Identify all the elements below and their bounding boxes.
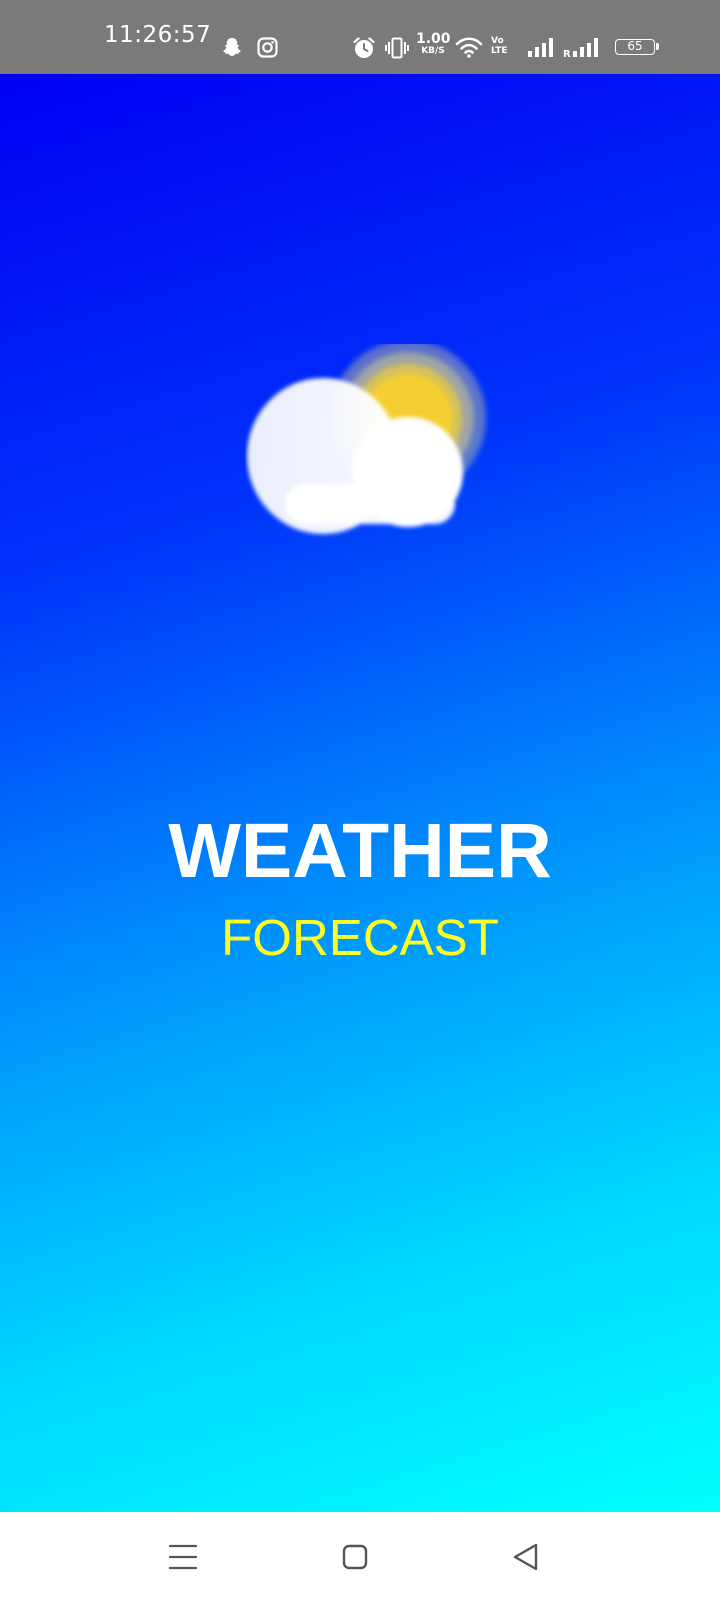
home-icon xyxy=(342,1544,368,1570)
app-subtitle: FORECAST xyxy=(221,909,499,966)
network-speed: 1.00 KB/S xyxy=(416,31,451,57)
menu-icon xyxy=(168,1544,198,1570)
alarm-icon xyxy=(352,36,376,60)
back-icon xyxy=(513,1543,538,1571)
app-screen: 11:26:57 1.00 KB/S Vo LTE R 65 WEATHER F… xyxy=(0,0,720,1600)
battery-level: 65 xyxy=(627,39,643,53)
battery-icon: 65 xyxy=(615,39,655,55)
volte-indicator: Vo LTE xyxy=(491,36,508,56)
menu-button[interactable] xyxy=(158,1532,208,1582)
signal-icon xyxy=(527,37,557,59)
network-speed-value: 1.00 xyxy=(416,31,451,47)
volte-bottom-label: LTE xyxy=(491,46,508,56)
status-bar: 11:26:57 1.00 KB/S Vo LTE R 65 xyxy=(0,0,720,74)
volte-top-label: Vo xyxy=(491,36,504,46)
wifi-icon xyxy=(455,36,483,58)
vibrate-icon xyxy=(385,37,409,59)
home-button[interactable] xyxy=(330,1532,380,1582)
navigation-bar xyxy=(0,1512,720,1600)
back-button[interactable] xyxy=(502,1532,552,1582)
signal-roaming-icon xyxy=(572,37,604,59)
instagram-icon xyxy=(257,37,278,58)
status-time: 11:26:57 xyxy=(104,22,212,48)
app-title: WEATHER xyxy=(168,808,552,894)
partly-cloudy-icon xyxy=(245,340,505,544)
splash-background: WEATHER FORECAST xyxy=(0,74,720,1512)
snapchat-icon xyxy=(221,36,243,58)
roaming-indicator: R xyxy=(563,49,571,60)
battery-tip xyxy=(656,43,659,50)
